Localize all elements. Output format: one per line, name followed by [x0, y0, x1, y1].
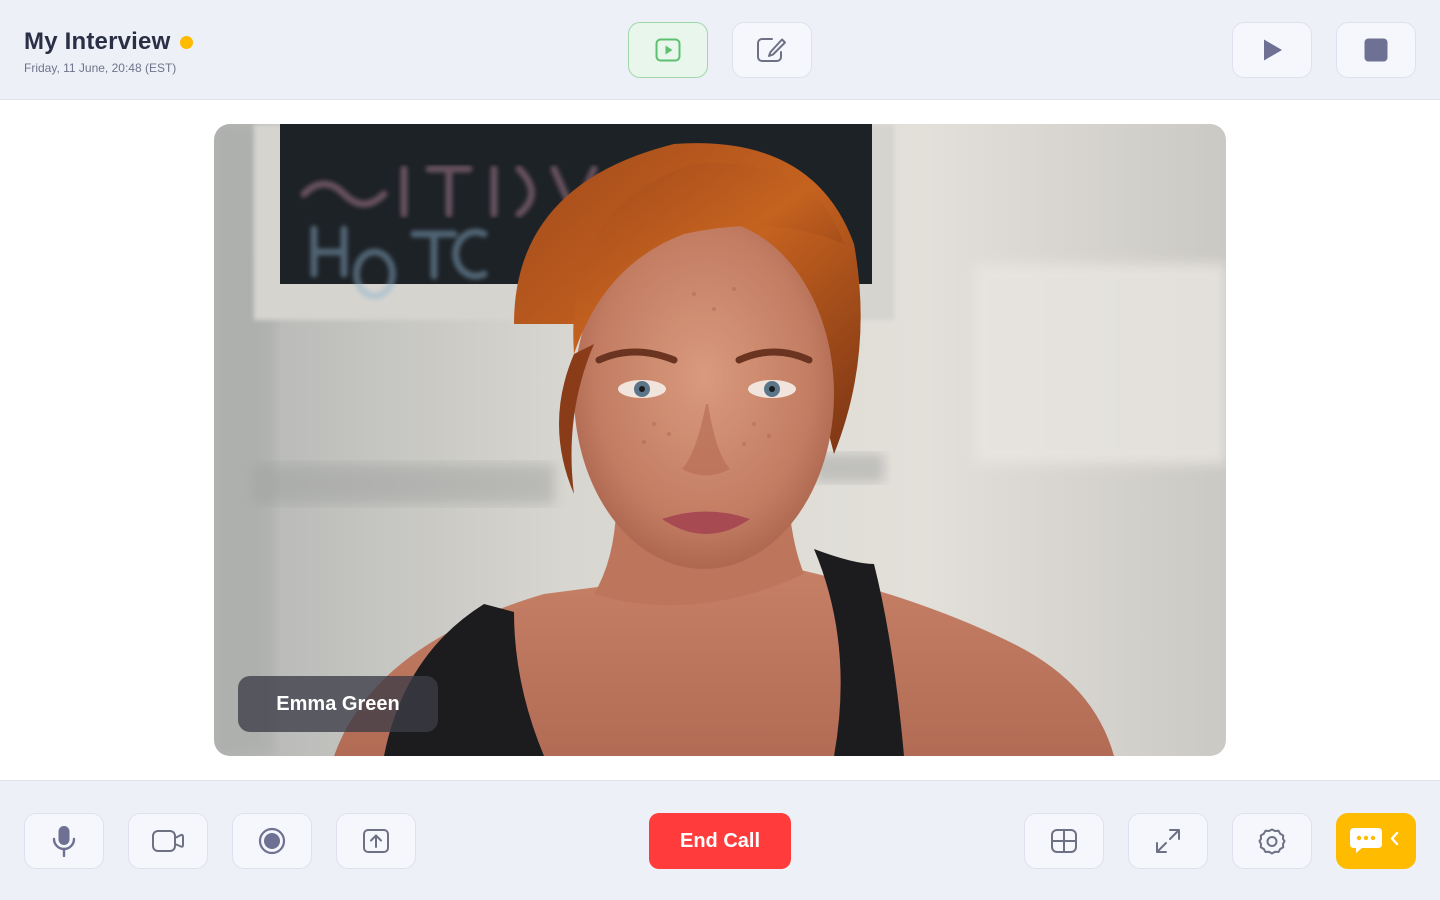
share-screen-icon	[363, 829, 389, 853]
chat-toggle-button[interactable]	[1336, 813, 1416, 869]
bottom-control-bar: End Call	[0, 780, 1440, 900]
participant-video	[214, 124, 1226, 756]
end-call-button[interactable]: End Call	[649, 813, 791, 869]
stop-icon	[1364, 38, 1388, 62]
camera-button[interactable]	[128, 813, 208, 869]
play-button[interactable]	[1232, 22, 1312, 78]
participant-name-tag: Emma Green	[238, 676, 438, 732]
play-icon	[1264, 39, 1282, 61]
camera-icon	[152, 830, 184, 852]
share-screen-button[interactable]	[336, 813, 416, 869]
settings-button[interactable]	[1232, 813, 1312, 869]
microphone-icon	[52, 826, 76, 857]
layout-button[interactable]	[1024, 813, 1104, 869]
video-play-button[interactable]	[628, 22, 708, 78]
notes-button[interactable]	[732, 22, 812, 78]
microphone-button[interactable]	[24, 813, 104, 869]
chat-icon	[1350, 828, 1399, 853]
record-icon	[258, 827, 286, 855]
fullscreen-button[interactable]	[1128, 813, 1208, 869]
fullscreen-icon	[1156, 829, 1180, 853]
title-row: My Interview	[24, 28, 194, 56]
meeting-info: My Interview Friday, 11 June, 20:48 (EST…	[24, 28, 194, 75]
meeting-datetime: Friday, 11 June, 20:48 (EST)	[24, 61, 177, 75]
video-play-icon	[655, 38, 681, 62]
record-button[interactable]	[232, 813, 312, 869]
live-status-dot	[180, 35, 194, 49]
stop-button[interactable]	[1336, 22, 1416, 78]
video-stage: Emma Green	[214, 124, 1226, 756]
meeting-title: My Interview	[24, 28, 171, 55]
settings-icon	[1258, 828, 1286, 855]
top-bar: My Interview Friday, 11 June, 20:48 (EST…	[0, 0, 1440, 100]
edit-note-icon	[757, 38, 786, 62]
layout-grid-icon	[1051, 829, 1077, 853]
